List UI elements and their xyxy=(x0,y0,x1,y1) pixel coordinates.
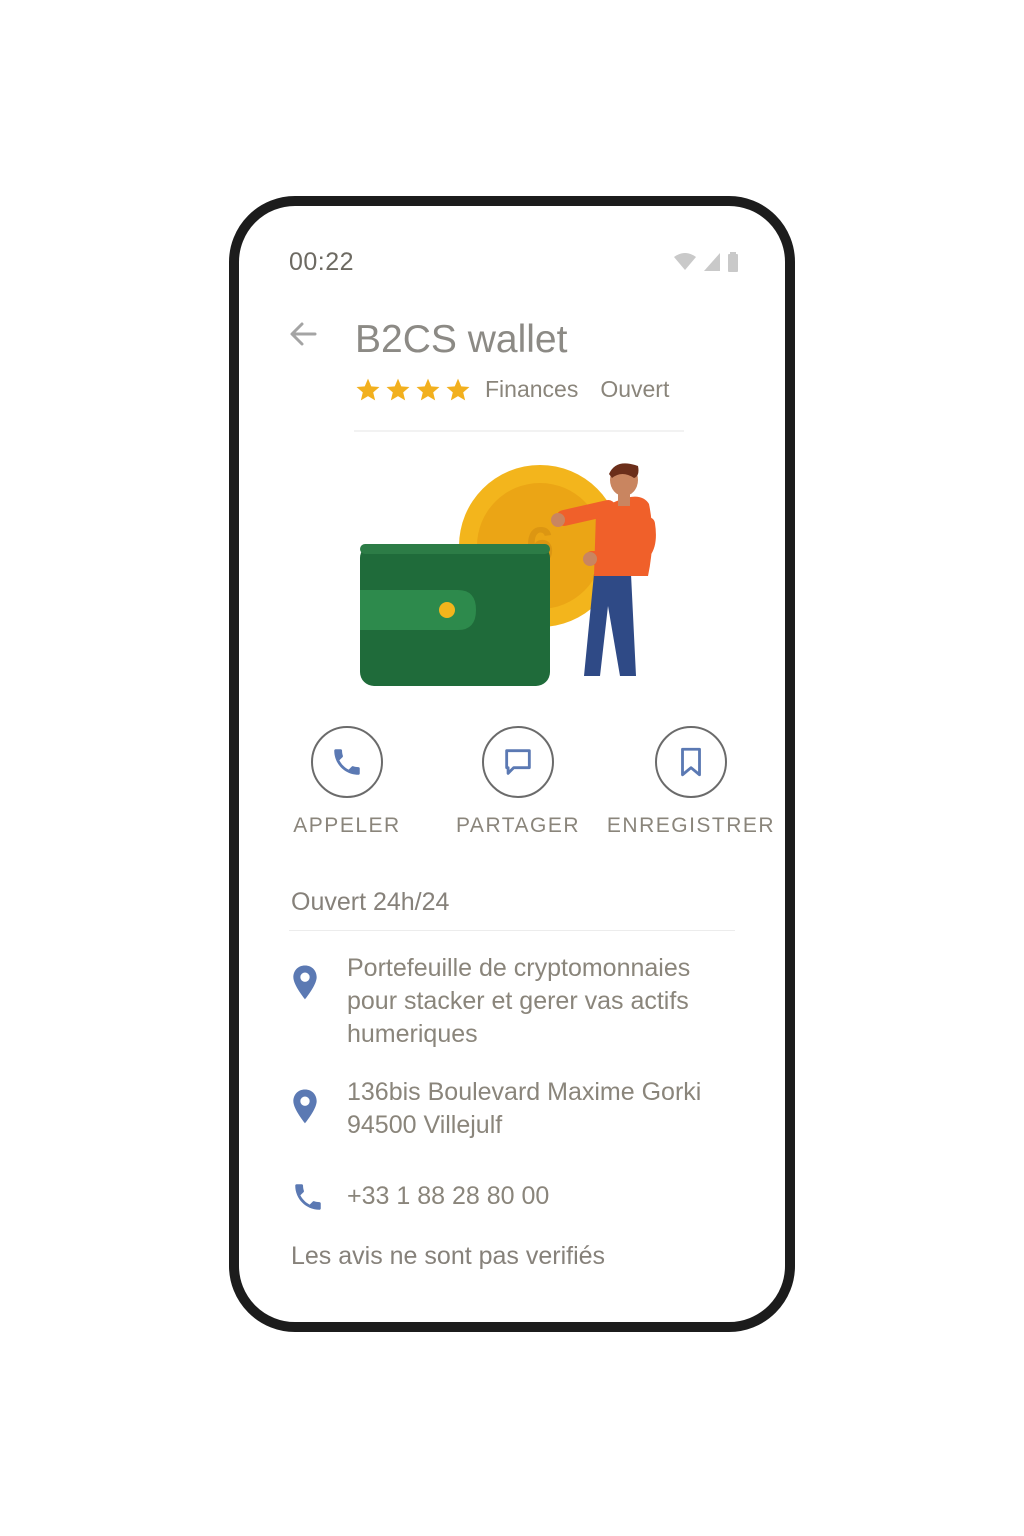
opening-hours: Ouvert 24h/24 xyxy=(291,888,450,916)
call-label: APPELER xyxy=(293,814,401,837)
bookmark-icon xyxy=(681,747,701,777)
star-icon xyxy=(416,378,440,400)
signal-icon xyxy=(704,253,720,271)
message-icon xyxy=(505,749,531,775)
star-icon xyxy=(446,378,470,400)
save-button-circle[interactable] xyxy=(655,726,727,798)
action-bar: APPELER PARTAGER ENREGISTRER xyxy=(239,726,785,856)
location-pin-icon xyxy=(293,1089,317,1124)
description-line: humeriques xyxy=(347,1020,478,1048)
address-line: 136bis Boulevard Maxime Gorki xyxy=(347,1078,702,1106)
share-button-circle[interactable] xyxy=(482,726,554,798)
phone-icon xyxy=(295,1184,321,1210)
star-icon xyxy=(356,378,380,400)
phone-row[interactable]: +33 1 88 28 80 00 xyxy=(291,1180,745,1219)
open-status: Ouvert xyxy=(600,376,670,402)
divider xyxy=(289,930,735,931)
call-button-circle[interactable] xyxy=(311,726,383,798)
description-line: pour stacker et gerer vas actifs xyxy=(347,987,689,1015)
status-time: 00:22 xyxy=(289,248,355,276)
wifi-icon xyxy=(674,253,696,270)
screen: 00:22 B2CS wallet Finances Ouvert APPELE… xyxy=(239,206,785,1322)
rating-stars xyxy=(355,377,471,403)
reviews-note: Les avis ne sont pas verifiés xyxy=(291,1242,606,1270)
phone-number: +33 1 88 28 80 00 xyxy=(347,1182,550,1210)
address-line: 94500 Villejulf xyxy=(347,1111,503,1139)
description-row: Portefeuille de cryptomonnaies pour stac… xyxy=(291,952,745,1051)
wallet-illustration: 6 xyxy=(354,430,684,686)
battery-icon xyxy=(728,252,738,272)
share-label: PARTAGER xyxy=(455,814,581,837)
location-pin-icon xyxy=(293,965,317,1000)
star-icon xyxy=(386,378,410,400)
phone-frame: 00:22 B2CS wallet Finances Ouvert APPELE… xyxy=(229,196,795,1332)
status-icons xyxy=(673,252,739,272)
phone-icon xyxy=(334,749,360,775)
place-meta: Finances Ouvert xyxy=(355,376,669,403)
address-row[interactable]: 136bis Boulevard Maxime Gorki 94500 Vill… xyxy=(291,1076,745,1142)
place-title: B2CS wallet xyxy=(355,318,568,361)
description-line: Portefeuille de cryptomonnaies xyxy=(347,954,691,982)
save-label: ENREGISTRER xyxy=(606,814,776,837)
back-arrow-icon[interactable] xyxy=(285,316,321,352)
share-button[interactable]: PARTAGER xyxy=(428,726,608,838)
call-button[interactable]: APPELER xyxy=(257,726,437,838)
save-button[interactable]: ENREGISTRER xyxy=(601,726,781,838)
category-label: Finances xyxy=(485,376,579,402)
